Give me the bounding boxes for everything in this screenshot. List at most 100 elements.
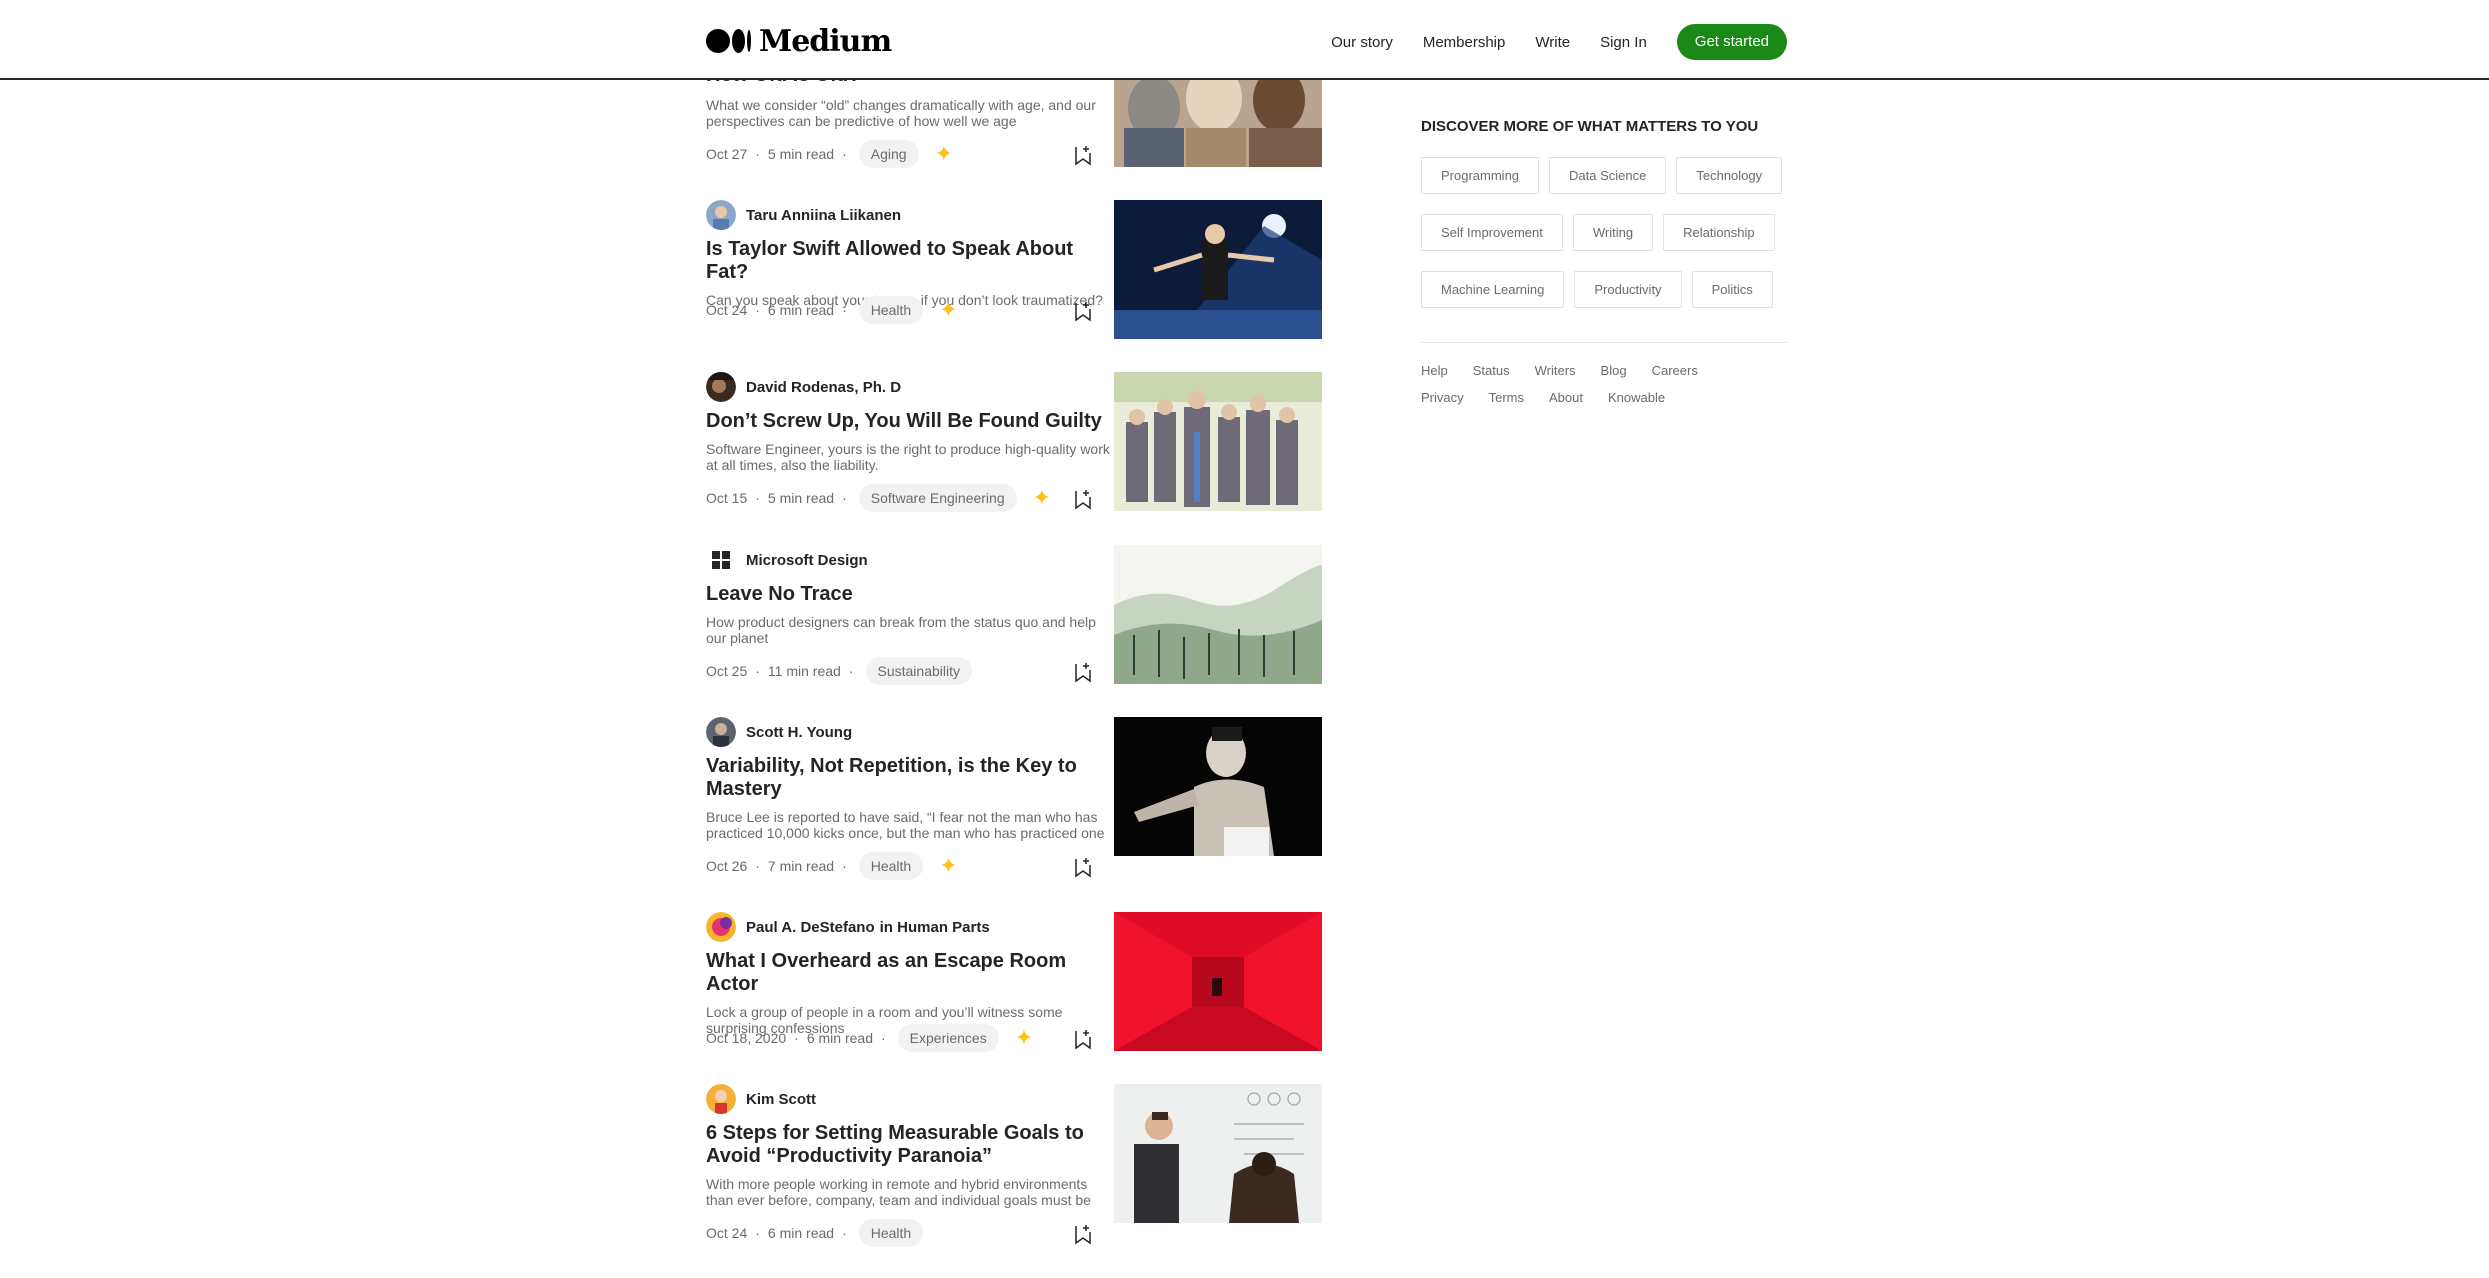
article-card[interactable]: David Rodenas, Ph. D Don’t Screw Up, You…: [706, 372, 1322, 512]
microsoft-logo-icon[interactable]: [706, 545, 736, 575]
bookmark-icon[interactable]: [1074, 1223, 1092, 1245]
nav-membership[interactable]: Membership: [1423, 34, 1506, 51]
bookmark-icon[interactable]: [1074, 1028, 1092, 1050]
article-thumbnail-image: [1114, 1084, 1322, 1223]
logo-text: Medium: [759, 23, 892, 59]
topic-machine-learning[interactable]: Machine Learning: [1421, 271, 1565, 308]
author-name[interactable]: Kim Scott: [746, 1091, 816, 1108]
article-date: Oct 27: [706, 146, 748, 162]
article-tag[interactable]: Aging: [858, 140, 919, 168]
article-thumbnail-image: [1114, 912, 1322, 1051]
top-navigation-bar: Medium Our story Membership Write Sign I…: [0, 0, 2489, 80]
article-card[interactable]: Microsoft Design Leave No Trace How prod…: [706, 545, 1322, 685]
topic-writing[interactable]: Writing: [1572, 214, 1654, 251]
article-meta: Oct 18, 2020 · 6 min read · Experiences …: [706, 1024, 1034, 1052]
footer-link-knowable[interactable]: Knowable: [1608, 390, 1665, 405]
article-title[interactable]: Leave No Trace: [706, 583, 1114, 606]
article-subtitle: Bruce Lee is reported to have said, “I f…: [706, 809, 1105, 841]
nav-our-story[interactable]: Our story: [1331, 34, 1393, 51]
get-started-button[interactable]: Get started: [1676, 24, 1787, 60]
article-meta: Oct 15 · 5 min read · Software Engineeri…: [706, 484, 1052, 512]
author-name[interactable]: Taru Anniina Liikanen: [746, 207, 901, 224]
topic-technology[interactable]: Technology: [1676, 157, 1783, 194]
footer-link-writers[interactable]: Writers: [1535, 363, 1576, 378]
article-thumbnail-image: [1114, 372, 1322, 511]
footer-link-terms[interactable]: Terms: [1489, 390, 1524, 405]
topic-self-improvement[interactable]: Self Improvement: [1421, 214, 1563, 251]
article-title[interactable]: Variability, Not Repetition, is the Key …: [706, 755, 1114, 801]
nav-write[interactable]: Write: [1535, 34, 1570, 51]
article-thumbnail[interactable]: [1114, 717, 1322, 856]
bookmark-icon[interactable]: [1074, 661, 1092, 683]
article-card[interactable]: Scott H. Young Variability, Not Repetiti…: [706, 717, 1322, 880]
footer-link-careers[interactable]: Careers: [1652, 363, 1698, 378]
article-title[interactable]: 6 Steps for Setting Measurable Goals to …: [706, 1122, 1114, 1168]
nav-sign-in[interactable]: Sign In: [1600, 34, 1647, 51]
article-read-time: 6 min read: [767, 1225, 835, 1241]
topic-productivity[interactable]: Productivity: [1574, 271, 1682, 308]
publication-avatar[interactable]: [706, 912, 736, 942]
article-tag[interactable]: Health: [858, 852, 924, 880]
header-nav: Our story Membership Write Sign In Get s…: [1331, 24, 1787, 60]
footer-link-about[interactable]: About: [1549, 390, 1583, 405]
sidebar-divider: [1421, 342, 1787, 343]
article-tag[interactable]: Health: [858, 1219, 924, 1247]
footer-link-help[interactable]: Help: [1421, 363, 1448, 378]
member-star-icon: ✦: [934, 141, 953, 166]
article-date: Oct 25: [706, 663, 748, 679]
article-thumbnail-image: [1114, 545, 1322, 684]
article-tag[interactable]: Sustainability: [865, 657, 972, 685]
author-avatar[interactable]: [706, 1084, 736, 1114]
member-star-icon: ✦: [1014, 1025, 1034, 1050]
author-name[interactable]: Paul A. DeStefano: [746, 919, 875, 936]
footer-link-privacy[interactable]: Privacy: [1421, 390, 1464, 405]
article-tag[interactable]: Health: [858, 296, 924, 324]
topic-programming[interactable]: Programming: [1421, 157, 1540, 194]
article-read-time: 7 min read: [767, 858, 835, 874]
article-thumbnail[interactable]: [1114, 372, 1322, 511]
article-meta: Oct 27 · 5 min read · Aging ✦: [706, 140, 953, 168]
topic-relationship[interactable]: Relationship: [1663, 214, 1775, 251]
author-name[interactable]: David Rodenas, Ph. D: [746, 379, 901, 396]
topic-politics[interactable]: Politics: [1691, 271, 1773, 308]
footer-link-blog[interactable]: Blog: [1601, 363, 1627, 378]
footer-link-status[interactable]: Status: [1473, 363, 1510, 378]
author-name[interactable]: Microsoft Design: [746, 552, 868, 569]
article-thumbnail-image: [1114, 717, 1322, 856]
medium-logo-icon: [706, 29, 751, 53]
article-thumbnail[interactable]: [1114, 545, 1322, 684]
article-title[interactable]: Don’t Screw Up, You Will Be Found Guilty: [706, 410, 1114, 433]
medium-logo[interactable]: Medium: [706, 23, 892, 59]
article-date: Oct 15: [706, 490, 748, 506]
article-title[interactable]: What I Overheard as an Escape Room Actor: [706, 950, 1114, 996]
bookmark-icon[interactable]: [1074, 300, 1092, 322]
article-card[interactable]: Kim Scott 6 Steps for Setting Measurable…: [706, 1084, 1322, 1247]
publication-name[interactable]: in Human Parts: [880, 919, 990, 936]
article-subtitle: Software Engineer, yours is the right to…: [706, 441, 1110, 473]
article-thumbnail[interactable]: [1114, 912, 1322, 1051]
article-thumbnail-image: [1114, 200, 1322, 339]
article-tag[interactable]: Experiences: [897, 1024, 999, 1052]
article-thumbnail[interactable]: [1114, 1084, 1322, 1223]
article-meta: Oct 26 · 7 min read · Health ✦: [706, 852, 958, 880]
member-star-icon: ✦: [939, 853, 958, 878]
author-avatar[interactable]: [706, 200, 736, 230]
bookmark-icon[interactable]: [1074, 856, 1092, 878]
article-title[interactable]: Is Taylor Swift Allowed to Speak About F…: [706, 238, 1114, 284]
author-avatar[interactable]: [706, 372, 736, 402]
bookmark-icon[interactable]: [1074, 144, 1092, 166]
article-subtitle: What we consider “old” changes dramatica…: [706, 97, 1096, 129]
article-read-time: 6 min read: [767, 302, 835, 318]
article-thumbnail[interactable]: [1114, 200, 1322, 339]
article-read-time: 5 min read: [767, 490, 835, 506]
article-card[interactable]: Taru Anniina Liikanen Is Taylor Swift Al…: [706, 200, 1322, 339]
bookmark-icon[interactable]: [1074, 488, 1092, 510]
article-date: Oct 24: [706, 1225, 748, 1241]
article-tag[interactable]: Software Engineering: [858, 484, 1017, 512]
member-star-icon: ✦: [939, 297, 958, 322]
topic-data-science[interactable]: Data Science: [1549, 157, 1667, 194]
author-avatar[interactable]: [706, 717, 736, 747]
author-name[interactable]: Scott H. Young: [746, 724, 852, 741]
article-date: Oct 18, 2020: [706, 1030, 787, 1046]
article-card[interactable]: Paul A. DeStefano in Human Parts What I …: [706, 912, 1322, 1052]
